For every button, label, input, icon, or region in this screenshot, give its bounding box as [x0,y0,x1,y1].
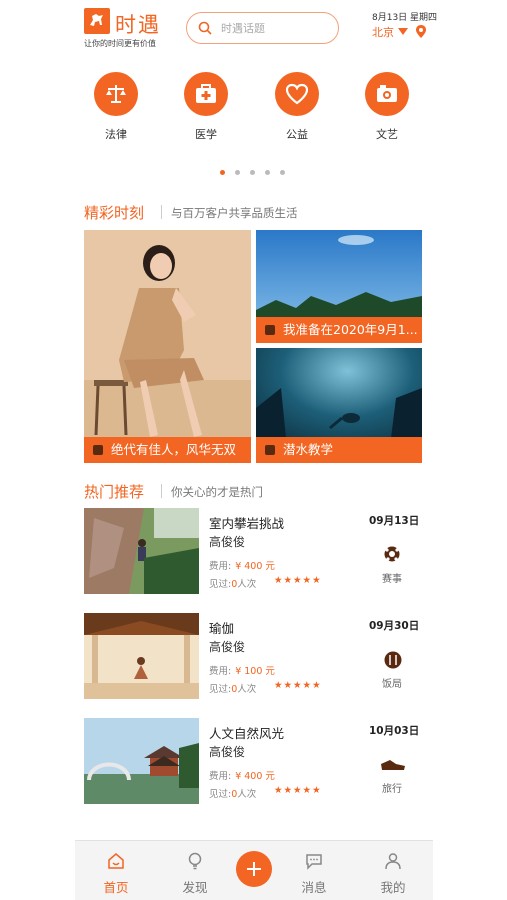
tab-messages[interactable]: 消息 [284,841,344,900]
carousel-dot[interactable] [280,170,285,175]
hot-item-fee: 费用: ¥ 400 元 [209,561,275,572]
scales-icon [106,85,126,103]
city-selector[interactable]: 北京 [372,24,394,40]
section-divider [161,484,162,498]
hot-subtitle: 你关心的才是热门 [171,485,263,499]
home-smile-icon [108,853,124,869]
header: 时遇 让你的时间更有价值 8月13日 星期四 北京 [0,0,507,60]
app-logo[interactable]: 时遇 让你的时间更有价值 [84,8,160,50]
badge-icon [93,445,103,455]
category-label: 文艺 [376,128,398,141]
tab-home[interactable]: 首页 [86,841,146,900]
date-label: 8月13日 星期四 [372,13,438,23]
moment-photo [84,230,251,463]
hot-item-thumbnail [84,508,199,594]
app-name: 时遇 [115,13,161,37]
location-pin-icon[interactable] [416,25,426,38]
hot-item-fee: 费用: ¥ 100 元 [209,666,275,677]
user-icon [385,853,401,870]
hot-item-author: 高俊俊 [209,535,246,549]
moment-caption: 我准备在2020年9月1... [256,317,422,343]
tab-label: 我的 [380,880,406,895]
medical-kit-icon [196,84,216,103]
category-label: 医学 [195,128,217,141]
rating-stars: ★★★★★ [274,680,322,691]
category-arts[interactable]: 文艺 [357,72,417,142]
hot-item-title: 瑜伽 [209,621,235,636]
hot-item-seen: 见过:0人次 [209,579,257,590]
search-input[interactable] [221,19,331,37]
tab-label: 消息 [301,880,327,895]
soccer-ball-icon [384,546,400,562]
category-charity[interactable]: 公益 [267,72,327,142]
carousel-dot[interactable] [250,170,255,175]
heart-icon [285,83,309,105]
hot-item-author: 高俊俊 [209,640,246,654]
moment-caption: 潜水教学 [256,437,422,463]
moment-caption: 绝代有佳人，风华无双 [84,437,251,463]
hot-item-tag: 赛事 [382,574,402,585]
hot-item-fee: 费用: ¥ 400 元 [209,771,275,782]
badge-icon [265,445,275,455]
hot-item-date: 09月30日 [369,620,420,632]
horse-logo-icon [84,8,110,34]
tab-profile[interactable]: 我的 [363,841,423,900]
moment-tile-diving[interactable]: 潜水教学 [256,348,422,463]
hot-item-title: 人文自然风光 [209,726,285,741]
moment-tile-landscape[interactable]: 我准备在2020年9月1... [256,230,422,343]
search-bar[interactable] [186,12,339,44]
shoe-icon [381,760,405,770]
chevron-down-icon[interactable] [398,28,408,35]
moments-title: 精彩时刻 [84,204,145,222]
tab-label: 首页 [103,880,129,895]
hot-item-tag: 饭局 [382,679,402,690]
moment-tile-portrait[interactable]: 绝代有佳人，风华无双 [84,230,251,463]
section-divider [161,205,162,219]
hot-item[interactable]: 室内攀岩挑战 高俊俊 费用: ¥ 400 元 见过:0人次 ★★★★★ 09月13… [84,508,422,596]
hot-item[interactable]: 人文自然风光 高俊俊 费用: ¥ 400 元 见过:0人次 ★★★★★ 10月03… [84,718,422,806]
rating-stars: ★★★★★ [274,575,322,586]
category-label: 公益 [286,128,308,141]
bulb-icon [188,852,202,870]
hot-item-tag: 旅行 [382,784,402,795]
hot-item-title: 室内攀岩挑战 [209,516,285,531]
category-medicine[interactable]: 医学 [176,72,236,142]
hot-item-thumbnail [84,718,199,804]
bottom-tab-bar: 首页 发现 消息 我的 [75,840,433,900]
plus-icon [247,862,261,876]
category-nav: 法律 医学 公益 文艺 [0,72,507,152]
camera-icon [377,85,397,102]
carousel-dot[interactable] [265,170,270,175]
hot-title: 热门推荐 [84,483,145,501]
dining-icon [384,651,402,669]
hot-item-seen: 见过:0人次 [209,684,257,695]
hot-item[interactable]: 瑜伽 高俊俊 费用: ¥ 100 元 见过:0人次 ★★★★★ 09月30日 饭局 [84,613,422,701]
app-slogan: 让你的时间更有价值 [84,39,156,48]
add-button[interactable] [236,851,272,887]
hot-item-date: 10月03日 [369,725,420,737]
tab-label: 发现 [182,880,208,895]
badge-icon [265,325,275,335]
search-icon [198,21,212,35]
hot-item-seen: 见过:0人次 [209,789,257,800]
rating-stars: ★★★★★ [274,785,322,796]
hot-item-date: 09月13日 [369,515,420,527]
moments-subtitle: 与百万客户共享品质生活 [171,206,298,220]
carousel-dot[interactable] [220,170,225,175]
hot-item-author: 高俊俊 [209,745,246,759]
chat-icon [306,854,322,870]
hot-item-thumbnail [84,613,199,699]
tab-discover[interactable]: 发现 [165,841,225,900]
carousel-dot[interactable] [235,170,240,175]
category-law[interactable]: 法律 [86,72,146,142]
category-label: 法律 [105,128,127,141]
